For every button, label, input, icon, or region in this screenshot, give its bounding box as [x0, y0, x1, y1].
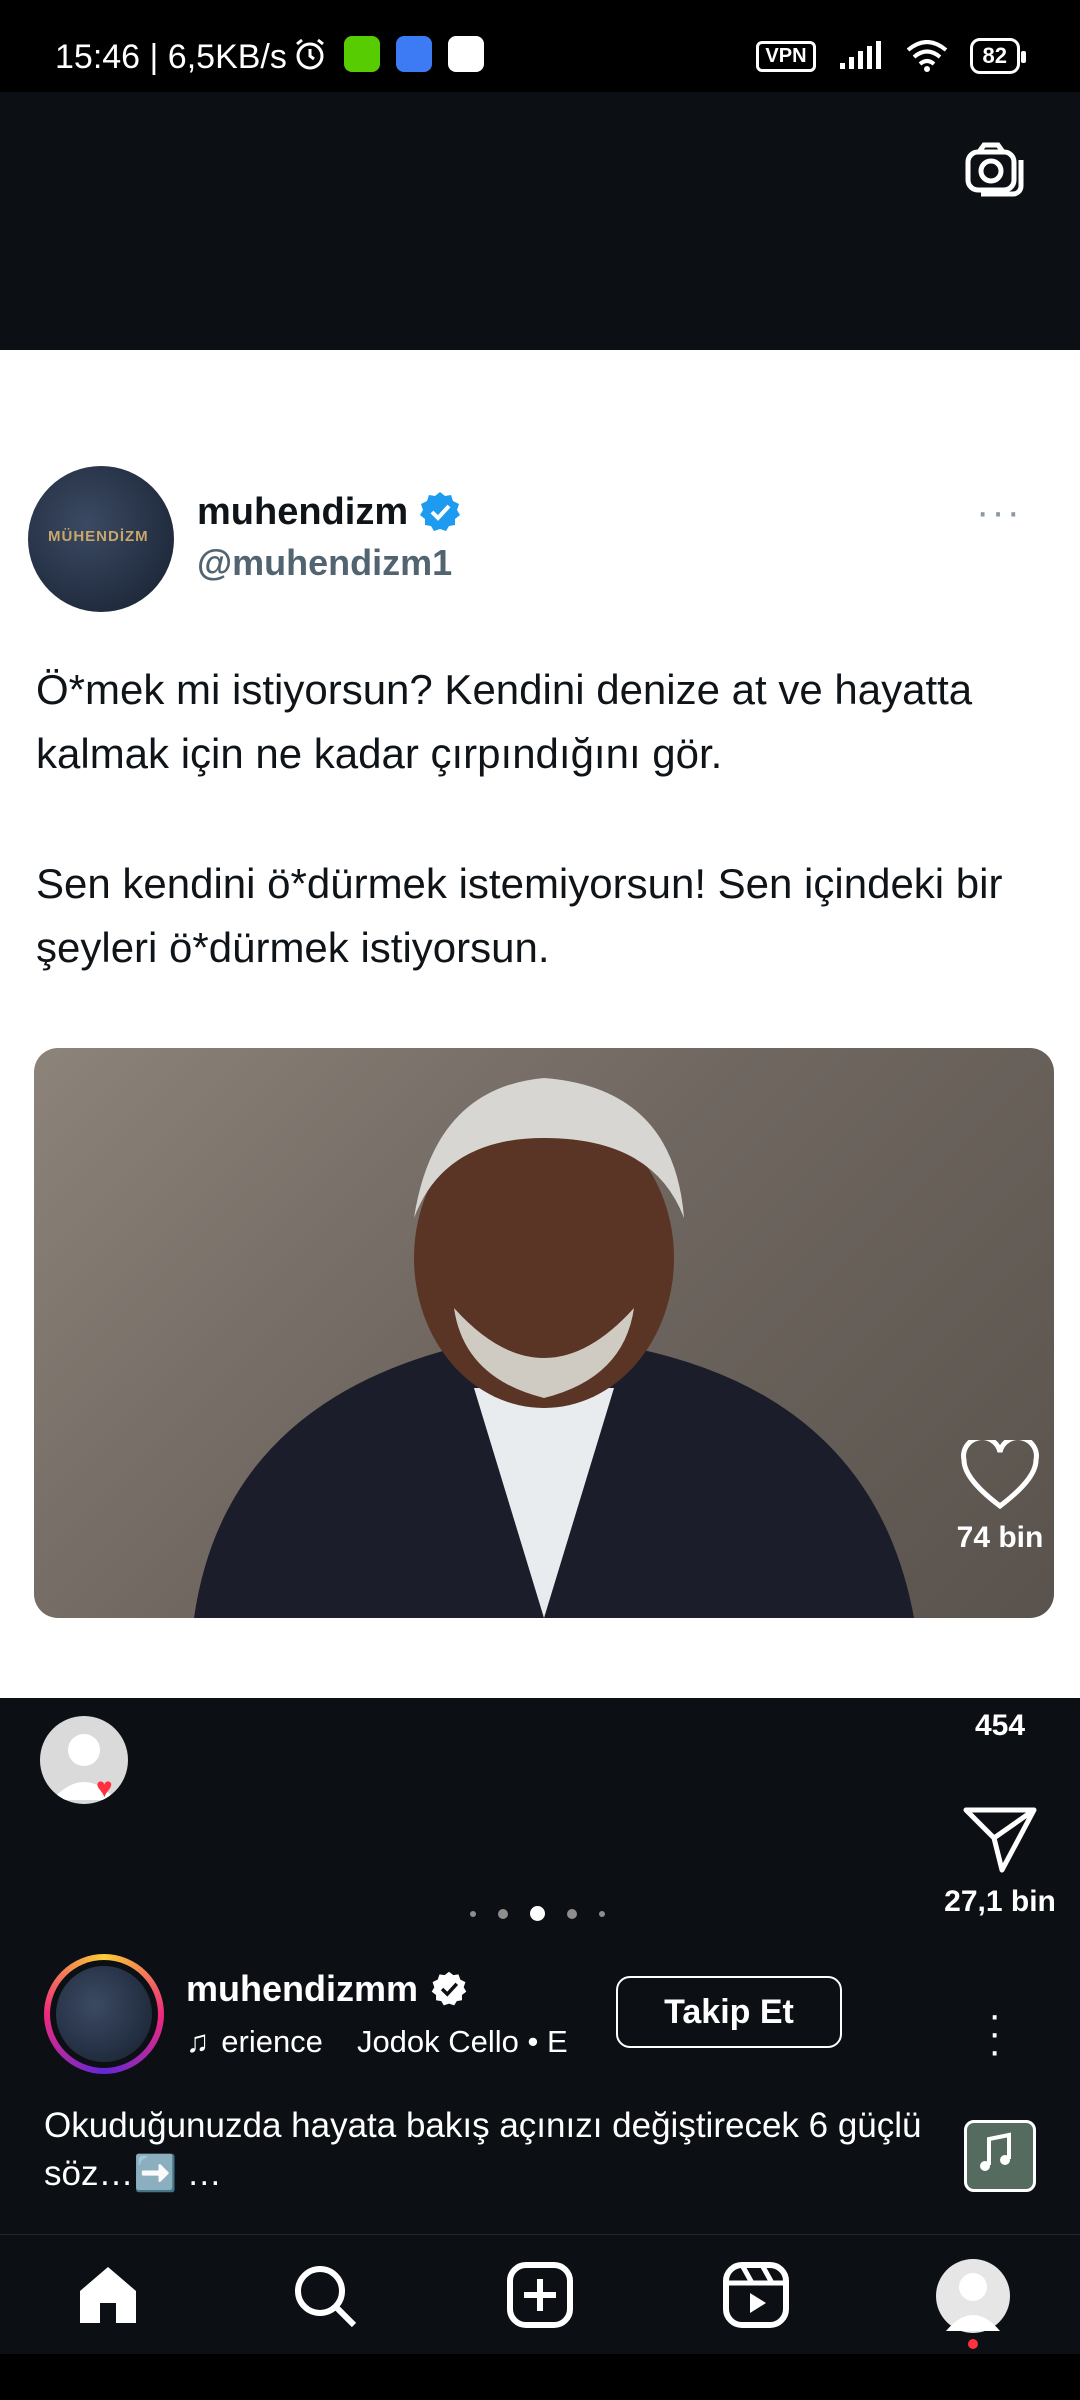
default-avatar-icon: [946, 2273, 1000, 2331]
battery-icon: 82: [969, 38, 1027, 74]
heart-icon[interactable]: [961, 1435, 1039, 1510]
author-username[interactable]: muhendizmm: [186, 1968, 468, 2010]
share-action[interactable]: 27,1 bin: [920, 1804, 1080, 1919]
tweet-text: Ö*mek mi istiyorsun? Kendini denize at v…: [36, 658, 1046, 1046]
verified-badge-icon: [431, 1971, 467, 2006]
status-bar: 15:46 | 6,5KB/s VPN 82: [0, 0, 1080, 92]
cloud-app-icon: [396, 36, 432, 72]
wifi-icon: [906, 40, 947, 72]
camera-app-icon: [448, 36, 484, 72]
tweet-paragraph-1: Ö*mek mi istiyorsun? Kendini denize at v…: [36, 666, 973, 777]
camera-icon[interactable]: [965, 142, 1025, 198]
tweet-display-name-text: muhendizm: [197, 490, 409, 533]
status-time: 15:46 | 6,5KB/s: [55, 38, 287, 76]
verified-badge-icon: [420, 492, 461, 531]
duolingo-icon: [344, 36, 380, 72]
portrait-illustration: [194, 1078, 914, 1618]
home-icon[interactable]: [72, 2259, 144, 2331]
status-notification-icons: [292, 36, 484, 72]
post-caption[interactable]: Okuduğunuzda hayata bakış açınızı değişt…: [44, 2102, 924, 2198]
top-bar: [0, 92, 1080, 350]
audio-title-1: erience: [221, 2024, 323, 2059]
author-avatar[interactable]: [44, 1954, 164, 2074]
like-action[interactable]: 74 bin: [920, 1435, 1080, 1555]
signal-icon: [839, 41, 881, 69]
follow-button[interactable]: Takip Et: [616, 1976, 842, 2048]
reels-icon[interactable]: [720, 2259, 792, 2331]
search-icon[interactable]: [288, 2259, 360, 2331]
carousel-dot: [567, 1908, 577, 1919]
default-avatar-icon: [52, 1734, 116, 1800]
tweet-display-name: muhendizm: [197, 490, 462, 534]
tweet-avatar-logo: MÜHENDİZM: [48, 528, 149, 545]
tweet-photo: [34, 1048, 1054, 1618]
carousel-dot: [498, 1908, 508, 1919]
liked-by-avatar[interactable]: [40, 1716, 128, 1804]
carousel-dot: [470, 1910, 476, 1917]
profile-icon[interactable]: [936, 2259, 1010, 2333]
alarm-icon: [296, 38, 324, 70]
author-username-text[interactable]: muhendizmm: [186, 1968, 418, 2010]
tweet-more-icon: ···: [976, 490, 1022, 534]
tweet-paragraph-2: Sen kendini ö*dürmek istemiyorsun! Sen i…: [36, 860, 1003, 971]
audio-title-2: Jodok Cello • E: [356, 2024, 568, 2059]
vpn-icon: VPN: [756, 40, 816, 72]
carousel-dot: [599, 1910, 605, 1917]
tweet-handle: @muhendizm1: [197, 542, 453, 583]
audio-attribution[interactable]: ♫ erience Jodok Cello • E: [186, 2024, 586, 2060]
music-note-icon: ♫: [186, 2024, 210, 2059]
create-icon[interactable]: [504, 2259, 576, 2331]
bottom-navigation: [0, 2234, 1080, 2355]
liked-heart-icon: ♥: [96, 1772, 113, 1803]
comment-action[interactable]: 454: [920, 1622, 1080, 1743]
share-count: 27,1 bin: [944, 1885, 1056, 1918]
audio-thumbnail[interactable]: [964, 2120, 1036, 2192]
profile-notification-dot: [968, 2339, 978, 2349]
carousel-dot-active: [530, 1906, 545, 1921]
tweet-avatar: MÜHENDİZM: [28, 466, 174, 612]
post-media[interactable]: MÜHENDİZM muhendizm @muhendizm1 ··· Ö*me…: [0, 350, 1080, 1698]
carousel-indicator: [470, 1906, 605, 1921]
comment-count: 454: [974, 1709, 1026, 1742]
system-nav-bar: [0, 2354, 1080, 2400]
comment-icon[interactable]: [961, 1622, 1041, 1701]
share-icon[interactable]: [962, 1804, 1038, 1874]
more-options-icon[interactable]: · · ·: [988, 1995, 1001, 2071]
music-note-icon: [980, 2132, 1011, 2171]
like-count: 74 bin: [956, 1521, 1044, 1554]
